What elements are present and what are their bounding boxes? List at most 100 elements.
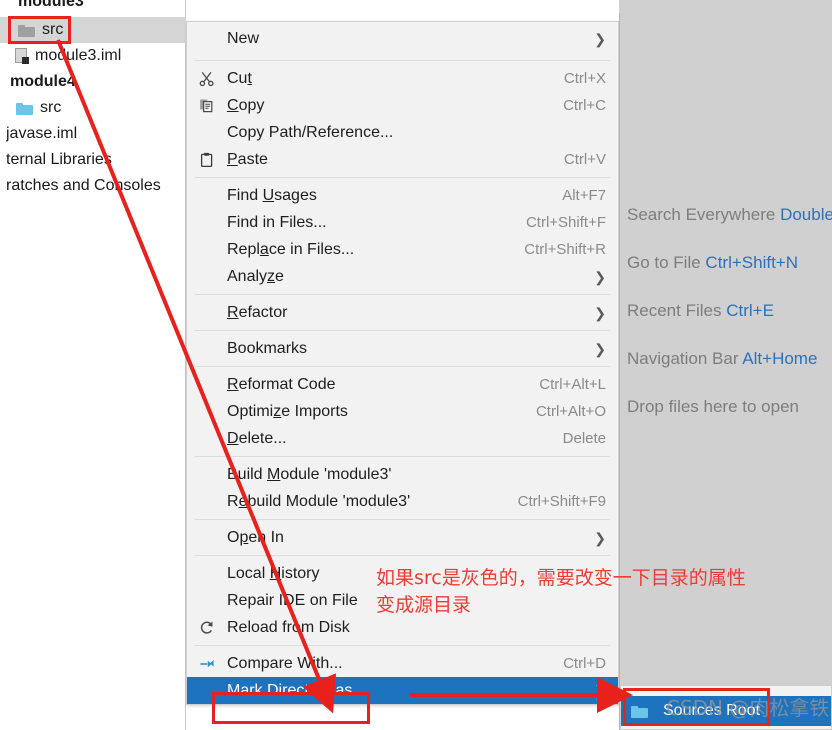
menu-icon-slot [195, 209, 219, 236]
menu-item-reformat-code[interactable]: Reformat Code Ctrl+Alt+L [187, 371, 618, 398]
clipboard-icon [200, 152, 213, 167]
project-tree-panel[interactable]: module3 src module3.iml module4 src javase.i… [0, 0, 186, 730]
mark-directory-as-submenu[interactable]: Sources Root [620, 685, 832, 730]
tree-row[interactable]: module3.iml [0, 43, 186, 69]
tree-row[interactable]: ratches and Consoles [0, 173, 186, 199]
menu-item-repair-ide-on-file[interactable]: Repair IDE on File [187, 587, 618, 614]
menu-item-label: Mark Directory as [227, 681, 353, 699]
menu-item-build-module-module3[interactable]: Build Module 'module3' [187, 461, 618, 488]
tree-clipped-top-row: module3 [18, 0, 88, 11]
clipboard-icon [195, 146, 219, 173]
menu-item-local-history[interactable]: Local History [187, 560, 618, 587]
menu-item-find-usages[interactable]: Find Usages Alt+F7 [187, 182, 618, 209]
context-menu[interactable]: New ❯ Cut Ctrl+X Copy Ctrl+C Copy Path/Referen… [186, 21, 619, 705]
tree-row[interactable]: src [0, 95, 186, 121]
menu-item-cut[interactable]: Cut Ctrl+X [187, 65, 618, 92]
menu-item-label: Compare With... [227, 654, 343, 672]
submenu-item-sources-root[interactable]: Sources Root [621, 696, 831, 726]
menu-item-optimize-imports[interactable]: Optimize Imports Ctrl+Alt+O [187, 398, 618, 425]
menu-item-label: Find Usages [227, 186, 317, 204]
menu-item-label: Optimize Imports [227, 402, 348, 420]
mnemonic-letter: H [269, 564, 282, 582]
menu-item-copy[interactable]: Copy Ctrl+C [187, 92, 618, 119]
menu-item-bookmarks[interactable]: Bookmarks ❯ [187, 335, 618, 362]
menu-item-label: Build Module 'module3' [227, 465, 392, 483]
menu-item-label: Open In [227, 528, 284, 546]
menu-item-label: Reformat Code [227, 375, 336, 393]
editor-hint-row: Navigation Bar Alt+Home [627, 349, 817, 369]
menu-item-label: Copy Path/Reference... [227, 123, 394, 141]
mnemonic-letter: U [262, 186, 275, 204]
menu-item-new[interactable]: New ❯ [187, 22, 618, 56]
tree-row[interactable]: ternal Libraries [0, 147, 186, 173]
editor-hint-text: Recent Files [627, 301, 727, 320]
menu-item-reload-from-disk[interactable]: Reload from Disk [187, 614, 618, 641]
menu-item-label: Find in Files... [227, 213, 327, 231]
menu-item-shortcut: Alt+F7 [562, 187, 606, 204]
compare-icon [200, 659, 214, 667]
editor-hint-row: Recent Files Ctrl+E [627, 301, 774, 321]
mnemonic-letter: e [238, 492, 248, 510]
menu-icon-slot [195, 22, 219, 56]
menu-item-paste[interactable]: Paste Ctrl+V [187, 146, 618, 173]
screenshot-root: module3 src module3.iml module4 src javase.i… [0, 0, 832, 730]
menu-item-delete[interactable]: Delete... Delete [187, 425, 618, 452]
mnemonic-letter: R [227, 375, 239, 393]
chevron-right-icon: ❯ [594, 682, 606, 699]
menu-icon-slot [195, 398, 219, 425]
menu-item-shortcut: Ctrl+V [563, 151, 606, 168]
menu-item-label: Repair IDE on File [227, 591, 358, 609]
editor-hint-shortcut: Ctrl+Shift+N [705, 253, 799, 272]
menu-icon-slot [195, 371, 219, 398]
tree-row[interactable]: javase.iml [0, 121, 186, 147]
scissors-icon [199, 71, 214, 86]
menu-item-rebuild-module-module3[interactable]: Rebuild Module 'module3' Ctrl+Shift+F9 [187, 488, 618, 515]
menu-item-copy-path-reference[interactable]: Copy Path/Reference... [187, 119, 618, 146]
menu-item-shortcut: Ctrl+X [563, 70, 606, 87]
menu-item-label: Bookmarks [227, 339, 308, 357]
tree-row-label: javase.iml [6, 125, 78, 142]
tree-row-label: module4 [10, 73, 76, 90]
tree-row[interactable]: module4 [0, 69, 186, 95]
folder-blue-icon [631, 696, 655, 726]
editor-hint-text: Navigation Bar [627, 349, 743, 368]
menu-item-analyze[interactable]: Analyze ❯ [187, 263, 618, 290]
menu-separator [195, 366, 610, 367]
editor-hint-row: Go to File Ctrl+Shift+N [627, 253, 798, 273]
mnemonic-letter: p [239, 528, 249, 546]
menu-item-find-in-files[interactable]: Find in Files... Ctrl+Shift+F [187, 209, 618, 236]
mnemonic-letter: M [267, 465, 281, 483]
menu-icon-slot [195, 299, 219, 326]
menu-item-label: Rebuild Module 'module3' [227, 492, 411, 510]
menu-icon-slot [195, 425, 219, 452]
menu-icon-slot [195, 524, 219, 551]
menu-icon-slot [195, 560, 219, 587]
tree-row[interactable]: src [0, 17, 186, 43]
menu-icon-slot [195, 587, 219, 614]
menu-item-label: Paste [227, 150, 268, 168]
editor-empty-area[interactable]: Search Everywhere Double Shift Go to File… [619, 13, 832, 730]
refresh-icon [195, 614, 219, 641]
menu-item-label: Refactor [227, 303, 288, 321]
menu-item-replace-in-files[interactable]: Replace in Files... Ctrl+Shift+R [187, 236, 618, 263]
editor-hint-text: Go to File [627, 253, 706, 272]
editor-hint-shortcut: Double Shift [780, 205, 832, 224]
menu-item-shortcut: Ctrl+Shift+F9 [517, 493, 606, 510]
menu-item-mark-directory-as[interactable]: Mark Directory as ❯ [187, 677, 618, 704]
mnemonic-letter: C [227, 96, 239, 114]
chevron-right-icon: ❯ [594, 304, 606, 321]
menu-item-refactor[interactable]: Refactor ❯ [187, 299, 618, 326]
folder-gray-icon [18, 24, 35, 37]
editor-hint-shortcut: Ctrl+E [726, 301, 774, 320]
menu-icon-slot [195, 119, 219, 146]
menu-item-label: Cut [227, 69, 252, 87]
menu-item-compare-with[interactable]: Compare With... Ctrl+D [187, 650, 618, 677]
chevron-right-icon: ❯ [594, 340, 606, 357]
menu-icon-slot [195, 263, 219, 290]
menu-item-open-in[interactable]: Open In ❯ [187, 524, 618, 551]
menu-item-shortcut: Ctrl+Shift+R [524, 241, 606, 258]
tree-row-label: src [40, 99, 62, 116]
menu-separator [195, 330, 610, 331]
copy-icon [200, 99, 213, 112]
scissors-icon [195, 65, 219, 92]
